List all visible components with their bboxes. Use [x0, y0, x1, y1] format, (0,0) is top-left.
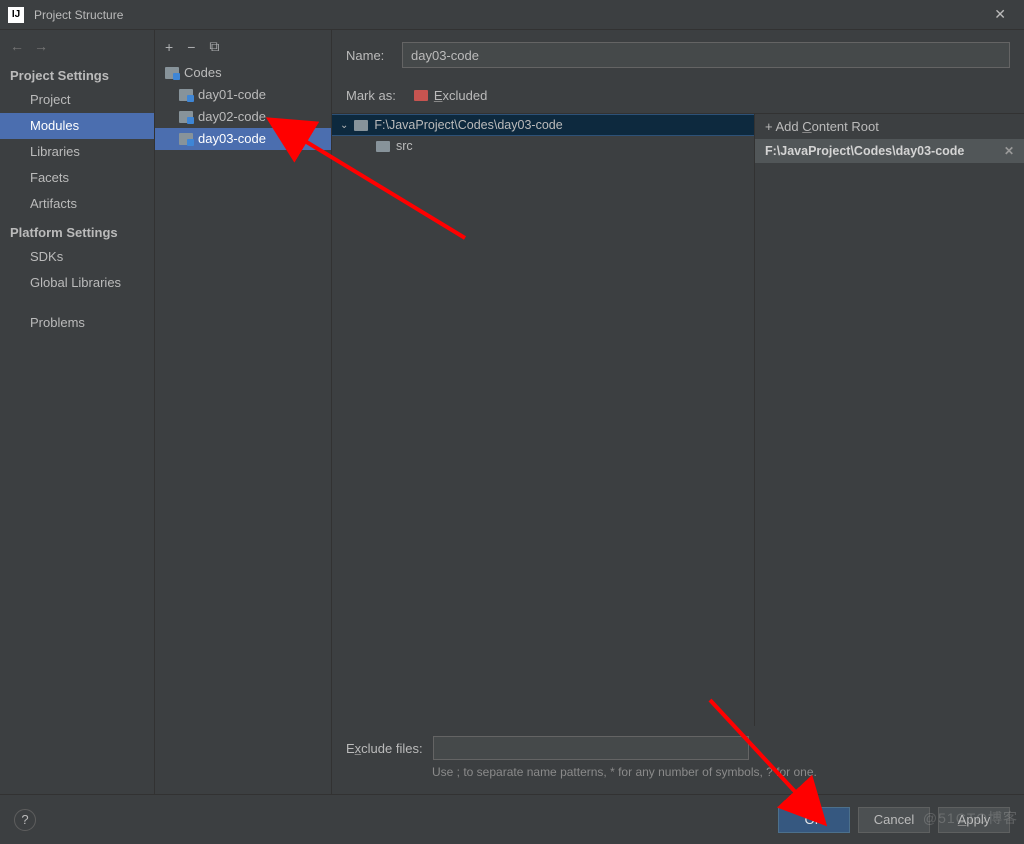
nav-heading-platform-settings: Platform Settings — [0, 217, 154, 244]
module-item-day02[interactable]: day02-code — [155, 106, 331, 128]
cancel-button[interactable]: Cancel — [858, 807, 930, 833]
nav-item-sdks[interactable]: SDKs — [0, 244, 154, 270]
module-item-day01[interactable]: day01-code — [155, 84, 331, 106]
content-root-entry[interactable]: F:\JavaProject\Codes\day03-code ✕ — [755, 139, 1024, 163]
nav-item-modules[interactable]: Modules — [0, 113, 154, 139]
forward-arrow-icon[interactable]: → — [34, 38, 48, 54]
nav-item-facets[interactable]: Facets — [0, 165, 154, 191]
folder-icon — [354, 120, 368, 131]
mark-excluded-button[interactable]: Excluded — [406, 86, 495, 105]
src-folder-label: src — [396, 139, 413, 153]
window-title: Project Structure — [34, 8, 984, 22]
folder-icon — [165, 67, 179, 79]
content-root-panel: + Add Content Root F:\JavaProject\Codes\… — [754, 114, 1024, 726]
module-label: day03-code — [198, 130, 266, 148]
exclude-input[interactable] — [433, 736, 749, 760]
markas-row: Mark as: Excluded — [346, 86, 1010, 105]
app-icon: IJ — [8, 7, 24, 23]
excluded-icon — [414, 90, 428, 101]
nav-item-problems[interactable]: Problems — [0, 310, 154, 336]
folder-icon — [179, 111, 193, 123]
add-module-icon[interactable]: + — [165, 39, 173, 55]
add-content-root-button[interactable]: + Add Content Root — [755, 114, 1024, 139]
back-arrow-icon[interactable]: ← — [10, 38, 24, 54]
nav-item-project[interactable]: Project — [0, 87, 154, 113]
help-button[interactable]: ? — [14, 809, 36, 831]
left-nav: ← → Project Settings Project Modules Lib… — [0, 30, 155, 794]
name-label: Name: — [346, 48, 390, 63]
remove-module-icon[interactable]: − — [187, 39, 195, 55]
name-input[interactable] — [402, 42, 1010, 68]
source-root-path: F:\JavaProject\Codes\day03-code — [374, 118, 562, 132]
watermark: @51CTO博客 — [923, 808, 1018, 828]
copy-module-icon[interactable]: ⧉ — [209, 38, 219, 55]
content-root-path: F:\JavaProject\Codes\day03-code — [765, 144, 964, 158]
module-tree: Codes day01-code day02-code day03-code — [155, 58, 331, 150]
module-item-day03[interactable]: day03-code — [155, 128, 331, 150]
module-list: + − ⧉ Codes day01-code day02-code day03-… — [155, 30, 332, 794]
nav-toolbar: ← → — [0, 36, 154, 60]
exclude-label: Exclude files: — [346, 741, 423, 756]
exclude-hint: Use ; to separate name patterns, * for a… — [432, 764, 1010, 780]
title-bar: IJ Project Structure ✕ — [0, 0, 1024, 30]
footer: ? OK Cancel Apply — [0, 794, 1024, 844]
module-toolbar: + − ⧉ — [155, 30, 331, 58]
details-mid: ⌄ F:\JavaProject\Codes\day03-code src + … — [332, 113, 1024, 726]
ok-button[interactable]: OK — [778, 807, 850, 833]
nav-heading-project-settings: Project Settings — [0, 60, 154, 87]
details-bottom: Exclude files: Use ; to separate name pa… — [332, 726, 1024, 794]
details-panel: Name: Mark as: Excluded ⌄ F:\JavaProject… — [332, 30, 1024, 794]
module-label: day02-code — [198, 108, 266, 126]
chevron-down-icon[interactable]: ⌄ — [340, 120, 348, 131]
source-tree[interactable]: ⌄ F:\JavaProject\Codes\day03-code src — [332, 114, 754, 726]
module-label: Codes — [184, 64, 222, 82]
excluded-label: Excluded — [434, 88, 487, 103]
markas-label: Mark as: — [346, 88, 396, 103]
close-icon[interactable]: ✕ — [984, 2, 1016, 27]
details-top: Name: Mark as: Excluded — [332, 30, 1024, 113]
nav-item-global-libraries[interactable]: Global Libraries — [0, 270, 154, 296]
content: ← → Project Settings Project Modules Lib… — [0, 30, 1024, 794]
remove-root-icon[interactable]: ✕ — [1004, 144, 1014, 158]
folder-icon — [179, 133, 193, 145]
module-label: day01-code — [198, 86, 266, 104]
src-folder-row[interactable]: src — [332, 136, 754, 156]
source-root-row[interactable]: ⌄ F:\JavaProject\Codes\day03-code — [332, 114, 754, 136]
folder-icon — [376, 141, 390, 152]
exclude-row: Exclude files: — [346, 736, 1010, 760]
add-root-label: + Add Content Root — [765, 119, 879, 134]
folder-icon — [179, 89, 193, 101]
nav-item-artifacts[interactable]: Artifacts — [0, 191, 154, 217]
nav-item-libraries[interactable]: Libraries — [0, 139, 154, 165]
name-row: Name: — [346, 42, 1010, 68]
module-item-codes[interactable]: Codes — [155, 62, 331, 84]
